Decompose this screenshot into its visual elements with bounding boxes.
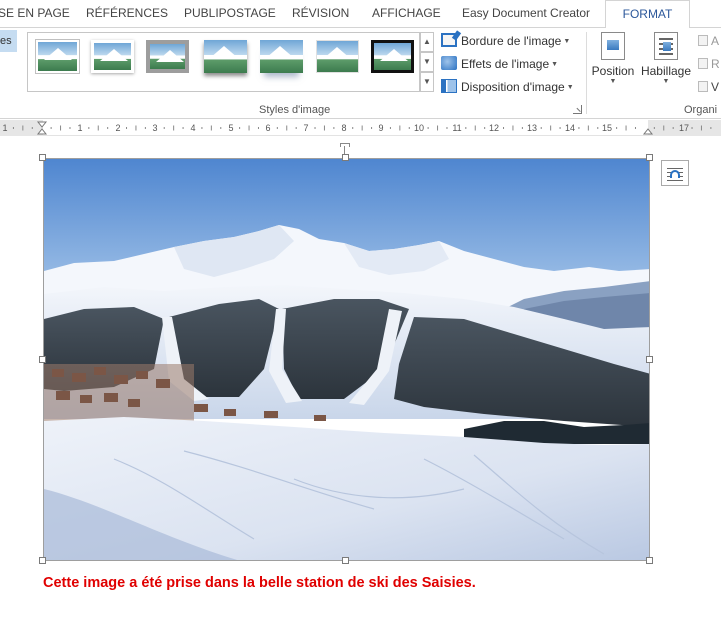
rotate-handle-icon[interactable]	[340, 143, 350, 154]
ruler-label: 5	[228, 123, 234, 133]
picture-style-thumb[interactable]	[36, 40, 79, 73]
ruler-label: 2	[115, 123, 121, 133]
picture-layout-icon	[441, 79, 457, 93]
horizontal-ruler[interactable]: 1 1 2 3 4 5 6 7 8 9 10 11 12 13 14 15 17	[0, 120, 721, 136]
dialog-launcher-icon[interactable]	[573, 105, 582, 114]
picture-layout-button[interactable]: Disposition d'image ▼	[441, 77, 574, 97]
ribbon-panel: es ▲ ▼ ▼ Bordure de l'image ▼ Effets de l…	[0, 28, 721, 119]
picture-effects-button[interactable]: Effets de l'image ▼	[441, 54, 558, 74]
ruler-label: 1	[77, 123, 83, 133]
bring-forward-button[interactable]: A	[698, 34, 719, 48]
ski-resort-photo[interactable]	[43, 158, 650, 561]
picture-styles-gallery	[27, 32, 420, 92]
arrange-group-label: Organi	[684, 104, 718, 116]
ruler-label: 1	[2, 123, 8, 133]
ruler-label: 7	[303, 123, 309, 133]
tab-easy-document-creator[interactable]: Easy Document Creator	[462, 0, 590, 28]
selection-pane-icon	[698, 81, 708, 92]
chevron-down-icon: ▼	[566, 84, 574, 91]
tab-format[interactable]: FORMAT	[605, 0, 690, 29]
ruler-label: 8	[341, 123, 347, 133]
gallery-scroll-down-button[interactable]: ▼	[420, 52, 434, 72]
layout-options-button[interactable]	[661, 160, 689, 186]
resize-handle-top-right[interactable]	[646, 154, 653, 161]
ruler-label: 15	[601, 123, 612, 133]
group-divider	[586, 32, 587, 114]
bring-forward-icon	[698, 35, 708, 46]
ruler-label: 17	[678, 123, 689, 133]
position-icon	[601, 32, 625, 60]
layout-options-icon	[670, 170, 680, 178]
tab-revision[interactable]: RÉVISION	[292, 0, 349, 28]
styles-group-label: Styles d'image	[259, 104, 331, 116]
gallery-scroll-up-button[interactable]: ▲	[420, 32, 434, 52]
tab-publipostage[interactable]: PUBLIPOSTAGE	[184, 0, 276, 28]
tab-affichage[interactable]: AFFICHAGE	[372, 0, 441, 28]
gallery-more-button[interactable]: ▼	[420, 72, 434, 92]
resize-handle-top-left[interactable]	[39, 154, 46, 161]
picture-style-thumb[interactable]	[91, 40, 134, 73]
resize-handle-top[interactable]	[342, 154, 349, 161]
picture-border-button[interactable]: Bordure de l'image ▼	[441, 31, 570, 51]
ribbon-tabs: SE EN PAGE RÉFÉRENCES PUBLIPOSTAGE RÉVIS…	[0, 0, 721, 29]
document-page[interactable]: Cette image a été prise dans la belle st…	[0, 137, 721, 618]
picture-style-thumb[interactable]	[146, 40, 189, 73]
resize-handle-bottom[interactable]	[342, 557, 349, 564]
ruler-label: 13	[526, 123, 537, 133]
chevron-down-icon: ▼	[609, 78, 617, 85]
picture-style-thumb[interactable]	[371, 40, 414, 73]
photo-caption: Cette image a été prise dans la belle st…	[43, 575, 476, 591]
resize-handle-bottom-left[interactable]	[39, 557, 46, 564]
chevron-down-icon: ▼	[662, 78, 670, 85]
ruler-label: 9	[378, 123, 384, 133]
ruler-label: 11	[452, 123, 462, 133]
resize-handle-right[interactable]	[646, 356, 653, 363]
picture-style-thumb[interactable]	[316, 40, 359, 73]
wrap-text-icon	[654, 32, 678, 60]
ruler-label: 3	[152, 123, 158, 133]
picture-style-thumb[interactable]	[204, 40, 247, 73]
picture-border-icon	[441, 33, 457, 47]
ruler-label: 10	[413, 123, 424, 133]
picture-style-thumb[interactable]	[260, 40, 303, 73]
mountain-landscape-image	[44, 159, 649, 560]
resize-handle-bottom-right[interactable]	[646, 557, 653, 564]
resize-handle-left[interactable]	[39, 356, 46, 363]
tab-references[interactable]: RÉFÉRENCES	[86, 0, 168, 28]
ribbon-left-stub[interactable]: es	[0, 30, 17, 52]
send-backward-button[interactable]: R	[698, 57, 720, 71]
ruler-label: 4	[190, 123, 196, 133]
position-button[interactable]: Position ▼	[590, 32, 636, 96]
chevron-down-icon: ▼	[563, 38, 571, 45]
picture-effects-icon	[441, 56, 457, 70]
tab-mise-en-page[interactable]: SE EN PAGE	[0, 0, 70, 28]
ruler-label: 6	[265, 123, 271, 133]
ruler-label: 14	[564, 123, 575, 133]
selection-pane-button[interactable]: V	[698, 80, 719, 94]
chevron-down-icon: ▼	[551, 61, 559, 68]
send-backward-icon	[698, 58, 708, 69]
wrap-text-button[interactable]: Habillage ▼	[640, 32, 692, 96]
ruler-label: 12	[488, 123, 499, 133]
